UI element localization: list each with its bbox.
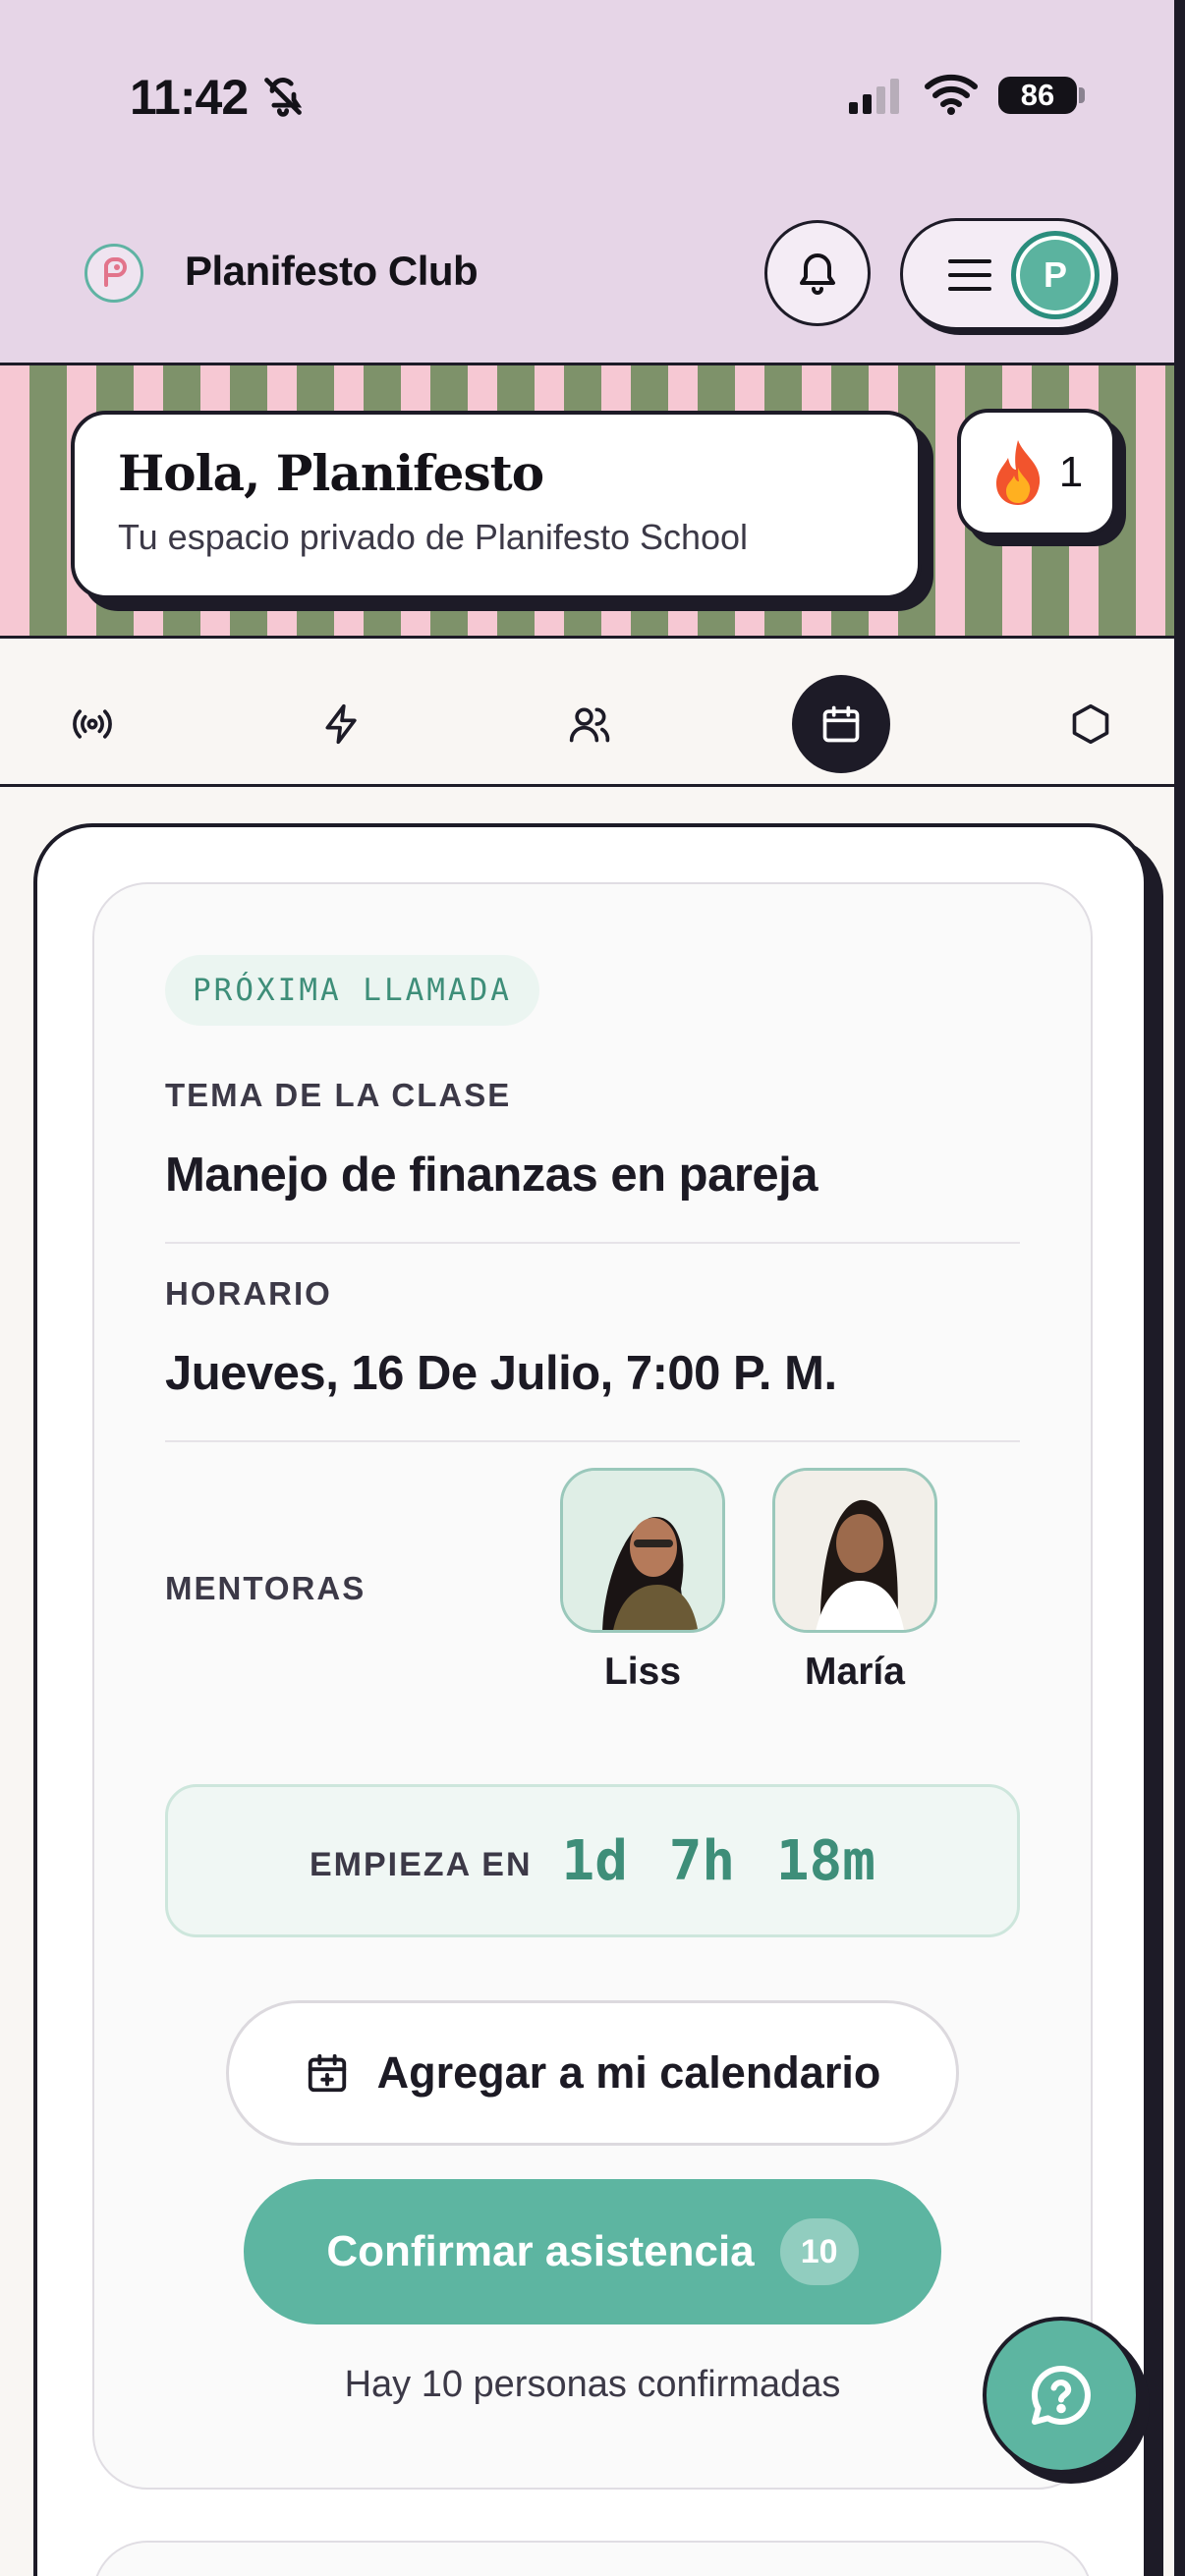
mentor-photo-maria[interactable] xyxy=(772,1468,937,1633)
calendar-plus-icon xyxy=(308,2053,346,2093)
countdown-label: EMPIEZA EN xyxy=(310,1845,533,1883)
streak-badge[interactable]: 1 xyxy=(957,409,1116,536)
greeting-title: Hola, Planifesto xyxy=(118,444,544,502)
countdown-value: 1d 7h 18m xyxy=(561,1828,875,1893)
broadcast-icon xyxy=(73,709,112,739)
tab-live[interactable] xyxy=(43,675,141,773)
user-avatar: P xyxy=(1011,231,1100,319)
schedule-label: HORARIO xyxy=(165,1275,332,1312)
app-title: Planifesto Club xyxy=(185,248,479,294)
add-to-calendar-button[interactable]: Agregar a mi calendario xyxy=(226,2000,959,2146)
next-card xyxy=(92,2541,1093,2576)
fire-icon xyxy=(995,440,1040,505)
confirm-attendance-button[interactable]: Confirmar asistencia 10 xyxy=(244,2179,941,2324)
tab-more[interactable] xyxy=(1042,675,1140,773)
greeting-subtitle: Tu espacio privado de Planifesto School xyxy=(118,517,749,557)
confirm-attendance-label: Confirmar asistencia xyxy=(326,2227,755,2275)
help-chat-icon xyxy=(1032,2366,1091,2425)
battery-nub xyxy=(1079,87,1085,103)
tab-bar xyxy=(0,642,1174,787)
bell-icon xyxy=(800,253,835,295)
calendar-icon xyxy=(822,705,860,743)
confirmed-count-text: Hay 10 personas confirmadas xyxy=(344,2364,841,2405)
battery-indicator: 86 xyxy=(998,77,1077,114)
app-screen: 11:42 86 Planifesto Club P Hola, Planife… xyxy=(0,0,1174,2576)
status-time: 11:42 xyxy=(130,70,249,125)
schedule-value: Jueves, 16 De Julio, 7:00 P. M. xyxy=(165,1347,837,1400)
app-logo[interactable] xyxy=(85,244,143,303)
mentor-portrait xyxy=(563,1471,722,1630)
tab-calendar[interactable] xyxy=(792,675,890,773)
tab-activity[interactable] xyxy=(293,675,391,773)
hexagon-icon xyxy=(1072,703,1109,745)
next-call-badge: PRÓXIMA LLAMADA xyxy=(165,955,539,1026)
screen-edge xyxy=(1174,0,1185,2576)
menu-profile-button[interactable]: P xyxy=(900,218,1114,330)
lightning-icon xyxy=(325,703,357,745)
cell-signal-icon xyxy=(849,79,899,114)
notifications-button[interactable] xyxy=(764,220,871,326)
divider xyxy=(165,1242,1020,1244)
mentors-label: MENTORAS xyxy=(165,1570,367,1606)
add-to-calendar-label: Agregar a mi calendario xyxy=(376,2047,881,2098)
tab-community[interactable] xyxy=(540,675,639,773)
top-bar: 11:42 86 Planifesto Club P xyxy=(0,0,1174,365)
help-chat-button[interactable] xyxy=(983,2317,1140,2474)
countdown-box: EMPIEZA EN 1d 7h 18m xyxy=(165,1784,1020,1937)
bell-muted-icon xyxy=(264,78,303,117)
mentor-name: María xyxy=(805,1651,905,1693)
streak-count: 1 xyxy=(1058,448,1084,496)
topic-value: Manejo de finanzas en pareja xyxy=(165,1148,818,1202)
mentor-photo-liss[interactable] xyxy=(560,1468,725,1633)
mentor-portrait xyxy=(775,1471,934,1630)
hamburger-icon xyxy=(948,259,991,291)
topic-label: TEMA DE LA CLASE xyxy=(165,1077,512,1113)
logo-mark-icon xyxy=(104,257,127,287)
greeting-card: Hola, Planifesto Tu espacio privado de P… xyxy=(71,411,922,599)
confirm-count-badge: 10 xyxy=(779,2218,859,2285)
mentor-name: Liss xyxy=(603,1651,682,1693)
divider xyxy=(165,1440,1020,1442)
users-icon xyxy=(569,707,610,743)
wifi-icon xyxy=(925,74,978,115)
